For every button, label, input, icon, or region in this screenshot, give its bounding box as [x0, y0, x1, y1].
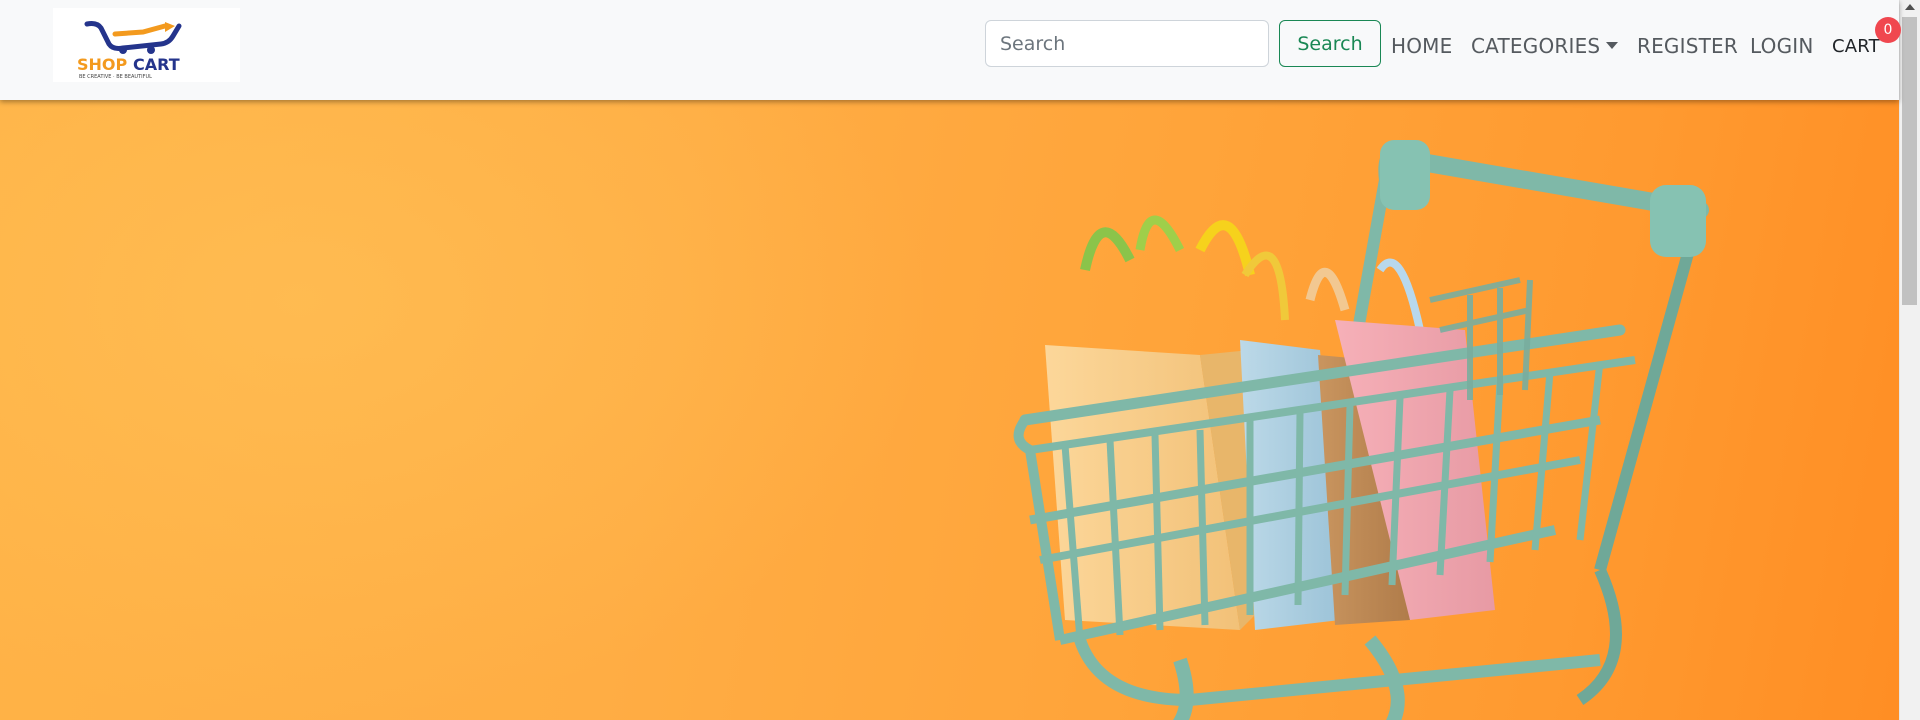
svg-text:CART: CART: [133, 55, 180, 74]
nav-categories-label: CATEGORIES: [1471, 34, 1601, 58]
scrollbar-thumb[interactable]: [1902, 17, 1917, 305]
scroll-up-arrow-icon[interactable]: [1905, 4, 1915, 10]
svg-text:BE CREATIVE · BE BEAUTIFUL: BE CREATIVE · BE BEAUTIFUL: [79, 74, 152, 80]
nav-login-link[interactable]: LOGIN: [1750, 32, 1814, 60]
brand-logo-link[interactable]: SHOP CART BE CREATIVE · BE BEAUTIFUL: [53, 8, 240, 82]
svg-text:SHOP: SHOP: [77, 55, 128, 74]
cart-count-badge: 0: [1875, 17, 1901, 43]
hero-banner: [0, 100, 1899, 720]
nav-cart-link[interactable]: CART: [1832, 33, 1880, 61]
search-button[interactable]: Search: [1279, 20, 1381, 67]
shopping-cart-logo-icon: SHOP CART BE CREATIVE · BE BEAUTIFUL: [77, 21, 182, 80]
nav-categories-dropdown[interactable]: CATEGORIES: [1471, 32, 1619, 60]
nav-register-link[interactable]: REGISTER: [1637, 32, 1738, 60]
nav-home-link[interactable]: HOME: [1391, 32, 1452, 60]
navbar: SHOP CART BE CREATIVE · BE BEAUTIFUL Sea…: [0, 0, 1901, 100]
search-input[interactable]: [985, 20, 1269, 67]
caret-down-icon: [1606, 42, 1619, 49]
shopping-cart-with-bags-image: [1013, 140, 1709, 720]
